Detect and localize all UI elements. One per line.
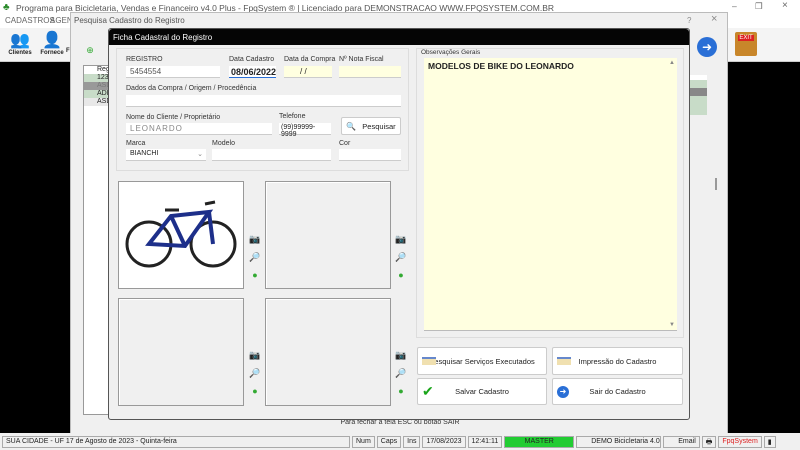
photo-tools-1: 📷 🔎 ●: [249, 232, 261, 282]
camera-icon[interactable]: 📷: [395, 232, 407, 246]
bicycle-image: [125, 200, 237, 268]
cor-field[interactable]: [339, 149, 401, 161]
menu-cadastros[interactable]: CADASTROS: [5, 16, 55, 25]
footer-hint: Para fechar a tela ESC ou botão SAIR: [340, 419, 460, 426]
supplier-icon: 👤: [42, 32, 62, 49]
status-city-date: SUA CIDADE - UF 17 de Agosto de 2023 - Q…: [2, 435, 350, 448]
telefone-label: Telefone: [279, 113, 306, 120]
obs-text: MODELOS DE BIKE DO LEONARDO: [428, 61, 574, 71]
camera-icon[interactable]: 📷: [395, 348, 407, 362]
scroll-up-icon[interactable]: ▲: [669, 60, 675, 66]
data-cadastro-field[interactable]: 08/06/2022: [229, 66, 276, 78]
nota-fiscal-label: Nº Nota Fiscal: [339, 56, 384, 63]
status-ins: Ins: [403, 435, 421, 448]
modelo-label: Modelo: [212, 140, 235, 147]
exit-door-icon[interactable]: EXIT: [735, 32, 757, 56]
check-icon: ✔: [422, 383, 434, 399]
form-title: Ficha Cadastral do Registro: [109, 29, 689, 45]
zoom-icon[interactable]: 🔎: [395, 366, 407, 380]
marca-select[interactable]: BIANCHI ⌄: [126, 149, 206, 161]
search-icon: 🔍: [346, 121, 357, 131]
next-arrow-button[interactable]: ➜: [697, 37, 717, 57]
close-search-button[interactable]: ×: [711, 13, 717, 25]
data-compra-field[interactable]: / /: [284, 66, 332, 78]
dados-compra-field[interactable]: [126, 95, 401, 107]
new-record-icon[interactable]: ⊕: [83, 37, 97, 61]
camera-icon[interactable]: 📷: [249, 348, 261, 362]
cliente-field[interactable]: LEONARDO: [126, 123, 272, 135]
zoom-icon[interactable]: 🔎: [249, 366, 261, 380]
cor-label: Cor: [339, 140, 351, 147]
marca-label: Marca: [126, 140, 146, 147]
print-icon: [557, 357, 571, 365]
pesquisar-label: Pesquisar: [362, 121, 396, 131]
toolbar-supplier-button[interactable]: 👤 Fornece: [38, 30, 66, 56]
button-label: Salvar Cadastro: [455, 387, 509, 396]
photo-slot-1[interactable]: [118, 181, 244, 289]
add-photo-icon[interactable]: ●: [249, 384, 261, 398]
obs-label: Observações Gerais: [421, 49, 481, 56]
clients-icon: 👥: [10, 32, 30, 49]
minimize-button[interactable]: –: [732, 1, 737, 11]
add-photo-icon[interactable]: ●: [395, 268, 407, 282]
status-bar: SUA CIDADE - UF 17 de Agosto de 2023 - Q…: [0, 433, 800, 450]
help-button[interactable]: ?: [687, 16, 691, 25]
button-label: Sair do Cadastro: [589, 387, 646, 396]
status-user: MASTER: [504, 435, 575, 448]
record-form-window: Ficha Cadastral do Registro REGISTRO 545…: [108, 28, 690, 420]
obs-textarea[interactable]: MODELOS DE BIKE DO LEONARDO ▲ ▼: [424, 58, 677, 331]
zoom-icon[interactable]: 🔎: [249, 250, 261, 264]
search-window-title: Pesquisa Cadastro do Registro: [74, 16, 185, 25]
arrow-right-icon: ➜: [557, 386, 569, 398]
chevron-down-icon: ⌄: [197, 151, 203, 158]
photo-slot-3[interactable]: [118, 298, 244, 406]
sair-button[interactable]: ➜ Sair do Cadastro: [552, 378, 683, 405]
photo-tools-2: 📷 🔎 ●: [395, 232, 407, 282]
scrollbar[interactable]: [715, 178, 717, 190]
add-photo-icon[interactable]: ●: [249, 268, 261, 282]
salvar-button[interactable]: ✔ Salvar Cadastro: [417, 378, 547, 405]
restore-button[interactable]: ❐: [755, 1, 763, 12]
status-brand: FpqSystem: [718, 435, 762, 448]
cliente-label: Nome do Cliente / Proprietário: [126, 114, 221, 121]
status-num: Num: [352, 435, 375, 448]
impressao-button[interactable]: Impressão do Cadastro: [552, 347, 683, 375]
photo-slot-4[interactable]: [265, 298, 391, 406]
status-email[interactable]: Email: [663, 435, 700, 448]
nota-fiscal-field[interactable]: [339, 66, 401, 78]
telefone-field[interactable]: (99)99999-9999: [279, 123, 331, 138]
pesquisar-servicos-button[interactable]: Pesquisar Serviços Executados: [417, 347, 547, 375]
modelo-field[interactable]: [212, 149, 331, 161]
photo-slot-2[interactable]: [265, 181, 391, 289]
toolbar-clients-button[interactable]: 👥 Clientes: [6, 30, 34, 56]
status-caps: Caps: [376, 435, 402, 448]
photo-tools-4: 📷 🔎 ●: [395, 348, 407, 398]
toolbar-label: Fornece: [40, 50, 64, 56]
printer-icon[interactable]: 🖶: [701, 435, 717, 448]
camera-icon[interactable]: 📷: [249, 232, 261, 246]
list-icon: [422, 357, 436, 365]
status-date: 17/08/2023: [422, 435, 466, 448]
dados-compra-label: Dados da Compra / Origem / Procedência: [126, 85, 257, 92]
pesquisar-button[interactable]: 🔍 Pesquisar: [341, 117, 401, 135]
registro-field[interactable]: 5454554: [126, 66, 220, 78]
add-photo-icon[interactable]: ●: [395, 384, 407, 398]
close-app-button[interactable]: ×: [782, 0, 788, 11]
button-label: Impressão do Cadastro: [578, 356, 657, 366]
data-compra-label: Data da Compra: [284, 56, 336, 63]
photo-tools-3: 📷 🔎 ●: [249, 348, 261, 398]
toolbar-label: Clientes: [8, 50, 32, 56]
status-version: DEMO Bicicletaria 4.0: [576, 435, 662, 448]
marca-value: BIANCHI: [130, 150, 159, 157]
app-logo-icon: ♣: [3, 2, 10, 13]
zoom-icon[interactable]: 🔎: [395, 250, 407, 264]
data-cadastro-label: Data Cadastro: [229, 56, 275, 63]
button-label: Pesquisar Serviços Executados: [429, 356, 535, 366]
registro-label: REGISTRO: [126, 56, 163, 63]
scroll-down-icon[interactable]: ▼: [669, 322, 675, 328]
status-extra-icon: ▮: [763, 435, 776, 448]
status-time: 12:41:11: [467, 435, 503, 448]
